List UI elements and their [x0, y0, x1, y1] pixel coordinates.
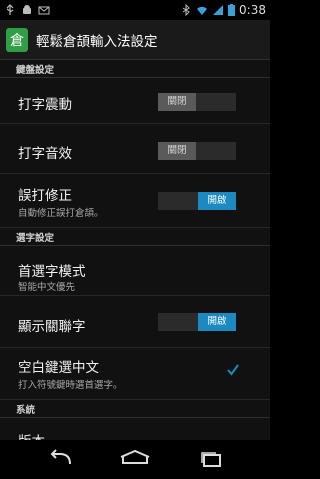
home-icon[interactable] [118, 448, 152, 470]
sound-toggle[interactable]: 關閉 [158, 142, 236, 160]
pref-title: 顯示關聯字 [18, 319, 86, 335]
action-bar: 倉 輕鬆倉頡輸入法設定 [0, 20, 270, 60]
category-label: 選字設定 [16, 233, 55, 244]
pref-summary: 自動修正誤打倉頡。 [18, 208, 104, 219]
navigation-bar [0, 440, 270, 479]
pref-title: 版本 [18, 430, 45, 440]
recent-apps-icon[interactable] [194, 448, 228, 470]
pref-title: 首選字模式 [18, 264, 86, 280]
autocorrect-toggle[interactable]: 開啟 [158, 192, 236, 210]
category-keyboard: 鍵盤設定 [0, 60, 270, 78]
wifi-icon [197, 6, 208, 15]
toggle-label: 開啟 [198, 313, 236, 331]
pref-space-select[interactable]: 空白鍵選中文 打入符號鍵時選首選字。 [0, 348, 270, 400]
pref-related[interactable]: 顯示關聯字 開啟 [0, 296, 270, 348]
category-system: 系統 [0, 400, 270, 418]
signal-icon [213, 5, 224, 15]
pref-version[interactable]: 版本 [0, 418, 270, 440]
space-select-checkbox[interactable] [226, 363, 240, 377]
back-icon[interactable] [44, 448, 78, 470]
vibrate-toggle[interactable]: 關閉 [158, 93, 236, 111]
android-icon [23, 5, 31, 14]
pref-summary: 打入符號鍵時選首選字。 [18, 380, 123, 391]
bluetooth-icon [182, 4, 190, 16]
pref-vibrate[interactable]: 打字震動 關閉 [0, 78, 270, 124]
app-icon[interactable]: 倉 [6, 27, 28, 52]
pref-title: 打字震動 [18, 97, 72, 113]
pref-first-mode[interactable]: 首選字模式 智能中文優先 [0, 246, 270, 296]
category-label: 鍵盤設定 [16, 65, 55, 76]
pref-title: 誤打修正 [18, 188, 72, 204]
toggle-label: 關閉 [158, 142, 196, 160]
pref-sound[interactable]: 打字音效 關閉 [0, 124, 270, 174]
clock: 0:38 [239, 3, 266, 17]
pref-title: 打字音效 [18, 146, 72, 162]
related-toggle[interactable]: 開啟 [158, 313, 236, 331]
usb-icon [6, 4, 14, 15]
pref-title: 空白鍵選中文 [18, 360, 99, 376]
category-selection: 選字設定 [0, 228, 270, 246]
pref-autocorrect[interactable]: 誤打修正 自動修正誤打倉頡。 開啟 [0, 174, 270, 228]
toggle-label: 關閉 [158, 93, 196, 111]
category-label: 系統 [16, 405, 36, 416]
page-title: 輕鬆倉頡輸入法設定 [36, 33, 158, 50]
status-bar: 0:38 [0, 0, 270, 20]
settings-list: 鍵盤設定 打字震動 關閉 打字音效 關閉 誤打修正 自動修正誤打倉頡。 開啟 選… [0, 60, 270, 440]
toggle-label: 開啟 [198, 192, 236, 210]
mail-icon [38, 6, 50, 15]
battery-icon [228, 4, 236, 16]
pref-summary: 智能中文優先 [18, 282, 76, 293]
